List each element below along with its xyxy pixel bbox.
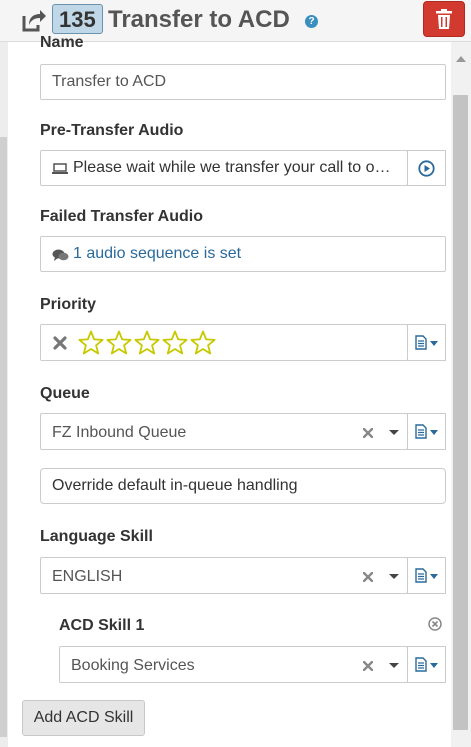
clear-icon[interactable] bbox=[53, 336, 67, 350]
trash-icon bbox=[436, 9, 452, 29]
star-icon[interactable] bbox=[162, 330, 188, 356]
language-skill-select[interactable]: ENGLISH bbox=[40, 557, 408, 594]
clear-icon[interactable] bbox=[363, 428, 373, 438]
failed-transfer-audio-field[interactable]: 1 audio sequence is set bbox=[40, 236, 446, 272]
override-queue-handling-label: Override default in-queue handling bbox=[52, 477, 298, 494]
name-value: Transfer to ACD bbox=[52, 73, 167, 90]
failed-transfer-audio-label: Failed Transfer Audio bbox=[40, 208, 203, 225]
document-icon bbox=[415, 657, 427, 672]
name-input[interactable]: Transfer to ACD bbox=[40, 64, 446, 100]
queue-value: FZ Inbound Queue bbox=[52, 424, 187, 441]
acd-skill-1-select[interactable]: Booking Services bbox=[59, 646, 408, 683]
priority-options-button[interactable] bbox=[407, 324, 446, 361]
pre-transfer-audio-field[interactable]: Please wait while we transfer your call … bbox=[40, 150, 408, 186]
chat-icon bbox=[52, 249, 69, 261]
chevron-down-icon bbox=[430, 663, 438, 668]
chevron-down-icon bbox=[430, 430, 438, 435]
left-panel-scroll bbox=[0, 137, 7, 737]
help-icon[interactable]: ? bbox=[305, 15, 318, 28]
play-icon bbox=[418, 159, 435, 177]
failed-transfer-audio-link[interactable]: 1 audio sequence is set bbox=[73, 237, 241, 271]
queue-label: Queue bbox=[40, 385, 90, 402]
document-icon bbox=[415, 568, 427, 583]
language-skill-options-button[interactable] bbox=[407, 557, 446, 594]
star-icon[interactable] bbox=[190, 330, 216, 356]
share-icon bbox=[22, 10, 46, 32]
chevron-down-icon bbox=[430, 574, 438, 579]
language-skill-value: ENGLISH bbox=[52, 568, 123, 585]
play-audio-button[interactable] bbox=[407, 150, 446, 186]
queue-select[interactable]: FZ Inbound Queue bbox=[40, 413, 408, 450]
pre-transfer-audio-label: Pre-Transfer Audio bbox=[40, 122, 184, 139]
acd-skill-1-options-button[interactable] bbox=[407, 646, 446, 683]
acd-skill-1-label: ACD Skill 1 bbox=[59, 617, 145, 634]
language-skill-label: Language Skill bbox=[40, 528, 153, 545]
chevron-down-icon[interactable] bbox=[389, 430, 399, 435]
document-icon bbox=[415, 424, 427, 439]
left-panel-edge bbox=[0, 42, 8, 747]
star-icon[interactable] bbox=[134, 330, 160, 356]
star-icon[interactable] bbox=[106, 330, 132, 356]
node-title: Transfer to ACD bbox=[108, 6, 290, 33]
clear-icon[interactable] bbox=[363, 661, 373, 671]
priority-label: Priority bbox=[40, 296, 97, 313]
scrollbar-thumb[interactable] bbox=[453, 95, 468, 730]
node-id-badge: 135 bbox=[52, 4, 103, 34]
chevron-down-icon bbox=[430, 341, 438, 346]
acd-skill-1-value: Booking Services bbox=[71, 657, 195, 674]
chevron-down-icon[interactable] bbox=[389, 574, 399, 579]
pre-transfer-audio-value: Please wait while we transfer your call … bbox=[73, 159, 391, 176]
laptop-icon bbox=[52, 163, 68, 174]
star-icon[interactable] bbox=[78, 330, 104, 356]
chevron-down-icon[interactable] bbox=[389, 663, 399, 668]
queue-options-button[interactable] bbox=[407, 413, 446, 450]
remove-circle-icon[interactable] bbox=[428, 617, 442, 631]
clear-icon[interactable] bbox=[363, 572, 373, 582]
add-acd-skill-button[interactable]: Add ACD Skill bbox=[22, 700, 145, 736]
priority-stars[interactable] bbox=[78, 330, 218, 356]
scroll-up-arrow[interactable] bbox=[456, 56, 466, 62]
document-icon bbox=[415, 335, 427, 350]
override-queue-handling-button[interactable]: Override default in-queue handling bbox=[40, 468, 446, 504]
delete-button[interactable] bbox=[423, 1, 465, 37]
priority-rating[interactable] bbox=[40, 324, 408, 361]
